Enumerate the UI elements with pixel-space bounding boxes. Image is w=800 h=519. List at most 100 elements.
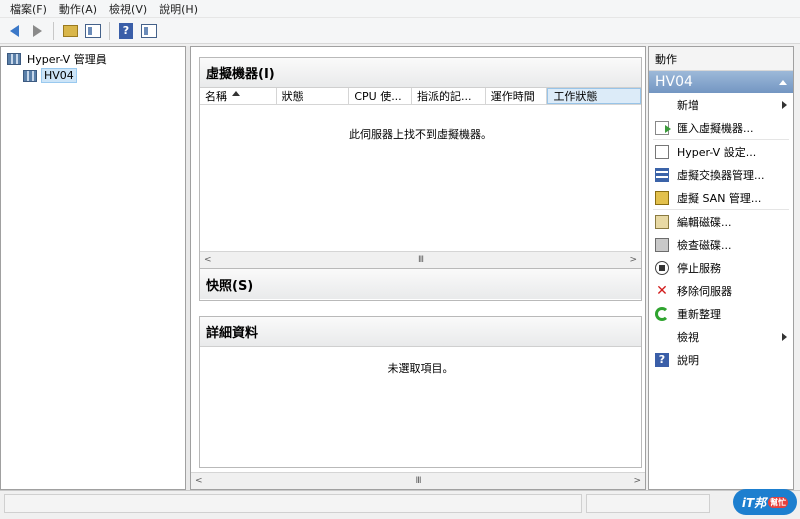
tree-item-label: HV04 xyxy=(41,68,77,83)
column-label: 狀態 xyxy=(281,90,304,103)
action-hyperv-settings[interactable]: Hyper-V 設定... xyxy=(649,140,793,163)
actions-pane: 動作 HV04 新增 匯入虛擬機器... Hyper-V 設定... 虛擬交換器… xyxy=(648,46,794,490)
forward-button[interactable] xyxy=(27,21,47,41)
menu-action[interactable]: 動作(A) xyxy=(53,1,103,17)
action-remove-server[interactable]: ✕ 移除伺服器 xyxy=(649,279,793,302)
action-import-vm[interactable]: 匯入虛擬機器... xyxy=(649,116,793,139)
logo-text: iT邦 xyxy=(741,495,767,510)
action-virtual-switch-manager[interactable]: 虛擬交換器管理... xyxy=(649,163,793,186)
column-header-uptime[interactable]: 運作時間 xyxy=(486,88,548,104)
san-icon xyxy=(655,190,669,205)
submenu-arrow-icon xyxy=(782,100,787,109)
menu-view[interactable]: 檢視(V) xyxy=(103,1,153,17)
action-stop-service[interactable]: 停止服務 xyxy=(649,256,793,279)
section-title[interactable]: 詳細資料 xyxy=(200,317,641,347)
scroll-thumb[interactable]: III xyxy=(416,476,422,486)
snapshots-section: 快照(S) xyxy=(199,269,642,301)
hyperv-manager-icon xyxy=(7,52,21,65)
action-label: 虛擬 SAN 管理... xyxy=(677,191,762,205)
edit-disk-icon xyxy=(655,214,669,229)
column-header-memory[interactable]: 指派的記... xyxy=(412,88,486,104)
action-help[interactable]: ? 說明 xyxy=(649,348,793,371)
help-icon: ? xyxy=(655,352,669,367)
section-title[interactable]: 快照(S) xyxy=(200,269,641,299)
ithome-logo: iT邦 幫忙 xyxy=(733,489,797,515)
column-header-cpu[interactable]: CPU 使... xyxy=(349,88,413,104)
toolbar-separator xyxy=(53,21,54,40)
submenu-arrow-icon xyxy=(782,332,787,341)
action-label: 編輯磁碟... xyxy=(677,215,732,229)
column-label: 指派的記... xyxy=(417,90,472,103)
inspect-disk-icon xyxy=(655,237,669,252)
scroll-right-arrow-icon[interactable]: > xyxy=(629,255,637,265)
column-header-name[interactable]: 名稱 xyxy=(200,88,277,104)
column-label: 工作狀態 xyxy=(553,90,598,103)
column-label: 運作時間 xyxy=(490,90,535,103)
actions-title: 動作 xyxy=(649,47,793,71)
action-label: Hyper-V 設定... xyxy=(677,145,757,159)
back-arrow-icon xyxy=(9,24,19,37)
action-pane-button[interactable] xyxy=(139,21,159,41)
action-label: 重新整理 xyxy=(677,307,721,321)
details-section: 詳細資料 未選取項目。 xyxy=(199,316,642,468)
column-header-task-status[interactable]: 工作狀態 xyxy=(547,88,642,104)
status-field xyxy=(586,494,710,513)
actions-group-label: HV04 xyxy=(655,74,693,90)
console-tree: Hyper-V 管理員 HV04 xyxy=(0,46,186,490)
menu-bar: 檔案(F) 動作(A) 檢視(V) 說明(H) xyxy=(0,0,800,18)
up-folder-icon xyxy=(62,24,78,37)
logo-badge: 幫忙 xyxy=(768,496,789,508)
help-button[interactable]: ? xyxy=(116,21,136,41)
forward-arrow-icon xyxy=(32,24,42,37)
back-button[interactable] xyxy=(4,21,24,41)
scroll-left-arrow-icon[interactable]: < xyxy=(195,476,203,486)
server-icon xyxy=(23,69,37,82)
show-hide-tree-button[interactable] xyxy=(83,21,103,41)
action-label: 移除伺服器 xyxy=(677,284,732,298)
settings-document-icon xyxy=(655,144,669,159)
center-hscrollbar[interactable]: < III > xyxy=(191,472,645,489)
menu-help[interactable]: 說明(H) xyxy=(153,1,204,17)
scroll-left-arrow-icon[interactable]: < xyxy=(204,255,212,265)
action-refresh[interactable]: 重新整理 xyxy=(649,302,793,325)
show-hide-tree-icon xyxy=(85,23,101,38)
up-one-level-button[interactable] xyxy=(60,21,80,41)
virtual-machines-section: 虛擬機器(I) 名稱 狀態 CPU 使... 指派的記... 運作時間 工作狀態… xyxy=(199,57,642,269)
column-label: 名稱 xyxy=(205,90,227,103)
collapse-icon xyxy=(779,79,787,85)
vm-list-hscrollbar[interactable]: < III > xyxy=(200,251,641,268)
status-bar xyxy=(0,490,800,519)
scroll-right-arrow-icon[interactable]: > xyxy=(633,476,641,486)
action-label: 說明 xyxy=(677,353,699,367)
action-label: 檢查磁碟... xyxy=(677,238,732,252)
action-view[interactable]: 檢視 xyxy=(649,325,793,348)
status-field xyxy=(4,494,582,513)
column-label: CPU 使... xyxy=(354,90,402,103)
tree-item-label: Hyper-V 管理員 xyxy=(27,52,107,66)
action-label: 新增 xyxy=(677,98,699,112)
toolbar-separator xyxy=(109,21,110,40)
help-icon: ? xyxy=(119,22,133,39)
action-inspect-disk[interactable]: 檢查磁碟... xyxy=(649,233,793,256)
tree-item-hyperv-manager[interactable]: Hyper-V 管理員 xyxy=(1,50,185,67)
section-title[interactable]: 虛擬機器(I) xyxy=(200,58,641,88)
actions-group-hv04[interactable]: HV04 xyxy=(649,71,793,93)
empty-details-message: 未選取項目。 xyxy=(387,362,454,375)
action-edit-disk[interactable]: 編輯磁碟... xyxy=(649,210,793,233)
action-virtual-san-manager[interactable]: 虛擬 SAN 管理... xyxy=(649,186,793,209)
toolbar: ? xyxy=(0,18,800,44)
stop-icon xyxy=(655,260,669,275)
center-pane: 虛擬機器(I) 名稱 狀態 CPU 使... 指派的記... 運作時間 工作狀態… xyxy=(190,46,646,490)
tree-item-hv04[interactable]: HV04 xyxy=(1,67,185,84)
column-header-row: 名稱 狀態 CPU 使... 指派的記... 運作時間 工作狀態 xyxy=(200,88,642,105)
action-label: 停止服務 xyxy=(677,261,721,275)
sort-ascending-icon xyxy=(232,90,240,96)
action-new[interactable]: 新增 xyxy=(649,93,793,116)
scroll-thumb[interactable]: III xyxy=(418,255,424,265)
remove-x-icon: ✕ xyxy=(656,282,668,299)
column-header-status[interactable]: 狀態 xyxy=(277,88,350,104)
menu-file[interactable]: 檔案(F) xyxy=(4,1,53,17)
action-label: 檢視 xyxy=(677,330,699,344)
empty-vm-message: 此伺服器上找不到虛擬機器。 xyxy=(349,128,492,141)
action-label: 虛擬交換器管理... xyxy=(677,168,765,182)
